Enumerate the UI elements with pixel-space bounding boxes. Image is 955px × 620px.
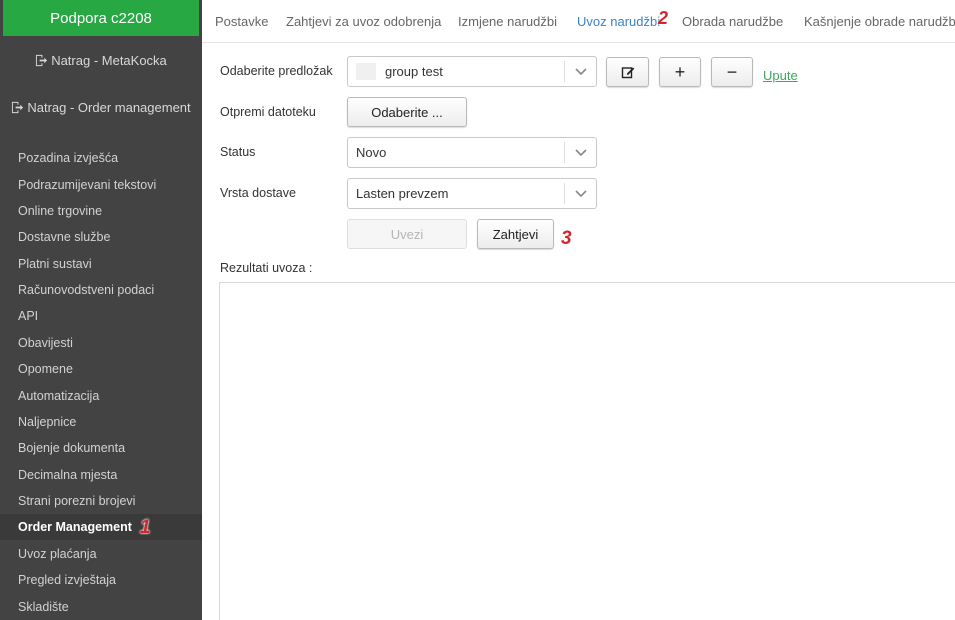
delivery-label: Vrsta dostave <box>220 186 296 200</box>
sidebar-item-label: Naljepnice <box>18 415 77 429</box>
sidebar-item-strani-porezni-brojevi[interactable]: Strani porezni brojevi <box>0 488 202 514</box>
tab-bar: Postavke Zahtjevi za uvoz odobrenja Izmj… <box>202 0 955 43</box>
sidebar-item-label: API <box>18 309 39 323</box>
tab-postavke[interactable]: Postavke <box>215 0 268 42</box>
sidebar-item-label: Decimalna mjesta <box>18 468 118 482</box>
back-order-management-link[interactable]: Natrag - Order management <box>0 97 202 117</box>
delivery-select[interactable]: Lasten prevzem <box>347 178 597 209</box>
tab-uvoz-narudzbi[interactable]: Uvoz narudžbi <box>577 0 662 42</box>
sidebar-item-pozadina-izvjesca[interactable]: Pozadina izvješća <box>0 145 202 171</box>
back-metakocka-label: Natrag - MetaKocka <box>51 52 167 68</box>
sign-out-icon <box>12 101 24 113</box>
template-select-value: group test <box>385 64 443 79</box>
import-button[interactable]: Uvezi <box>347 219 467 249</box>
choose-file-button[interactable]: Odaberite ... <box>347 97 467 127</box>
sidebar-item-label: Order Management <box>18 520 132 534</box>
sidebar-item-bojenje-dokumenta[interactable]: Bojenje dokumenta <box>0 435 202 461</box>
sidebar-item-label: Podrazumijevani tekstovi <box>18 178 157 192</box>
tab-izmjene-narudzbi[interactable]: Izmjene narudžbi <box>458 0 557 42</box>
brand-title[interactable]: Podpora c2208 <box>3 0 199 36</box>
file-label: Otpremi datoteku <box>220 105 316 119</box>
requests-button[interactable]: Zahtjevi <box>477 219 554 249</box>
sidebar-item-platni-sustavi[interactable]: Platni sustavi <box>0 251 202 277</box>
back-order-management-label: Natrag - Order management <box>27 99 191 115</box>
sidebar-item-api[interactable]: API <box>0 303 202 329</box>
sidebar-item-label: Platni sustavi <box>18 257 92 271</box>
sidebar-item-label: Uvoz plaćanja <box>18 547 97 561</box>
sidebar-item-label: Bojenje dokumenta <box>18 441 126 455</box>
sign-out-icon <box>36 54 48 66</box>
add-template-button[interactable]: + <box>659 57 701 87</box>
sidebar-item-automatizacija[interactable]: Automatizacija <box>0 383 202 409</box>
status-select-value: Novo <box>356 145 387 160</box>
sidebar-item-label: Strani porezni brojevi <box>18 494 136 508</box>
chevron-down-icon <box>564 183 596 204</box>
tab-obrada-narudzbe[interactable]: Obrada narudžbe <box>682 0 783 42</box>
sidebar-item-obavijesti[interactable]: Obavijesti <box>0 330 202 356</box>
sidebar: Podpora c2208 Natrag - MetaKocka Natrag … <box>0 0 202 620</box>
sidebar-item-label: Online trgovine <box>18 204 103 218</box>
sidebar-item-opomene[interactable]: Opomene <box>0 356 202 382</box>
sidebar-item-racunovodstveni-podaci[interactable]: Računovodstveni podaci <box>0 277 202 303</box>
sidebar-item-label: Pozadina izvješća <box>18 151 119 165</box>
status-select[interactable]: Novo <box>347 137 597 168</box>
sidebar-item-podrazumijevani-tekstovi[interactable]: Podrazumijevani tekstovi <box>0 172 202 198</box>
edit-icon <box>621 67 634 79</box>
sidebar-item-pregled-izvjestaja[interactable]: Pregled izvještaja <box>0 567 202 593</box>
sidebar-item-skladiste[interactable]: Skladište <box>0 594 202 620</box>
step-marker-2: 2 <box>658 8 669 28</box>
edit-template-button[interactable] <box>606 57 649 87</box>
step-marker-3: 3 <box>561 228 572 249</box>
sidebar-item-label: Pregled izvještaja <box>18 573 116 587</box>
sidebar-item-label: Automatizacija <box>18 389 100 403</box>
sidebar-item-label: Opomene <box>18 362 73 376</box>
sidebar-item-label: Skladište <box>18 600 69 614</box>
sidebar-item-dostavne-sluzbe[interactable]: Dostavne službe <box>0 224 202 250</box>
sidebar-item-label: Obavijesti <box>18 336 73 350</box>
back-metakocka-link[interactable]: Natrag - MetaKocka <box>0 50 202 70</box>
template-color-swatch <box>356 63 376 80</box>
results-area[interactable] <box>219 282 955 620</box>
results-label: Rezultati uvoza : <box>220 261 313 275</box>
chevron-down-icon <box>564 61 596 82</box>
status-label: Status <box>220 145 256 159</box>
sidebar-item-label: Računovodstveni podaci <box>18 283 155 297</box>
delivery-select-value: Lasten prevzem <box>356 186 449 201</box>
sidebar-item-decimalna-mjesta[interactable]: Decimalna mjesta <box>0 462 202 488</box>
sidebar-item-uvoz-placanja[interactable]: Uvoz plaćanja <box>0 541 202 567</box>
sidebar-item-naljepnice[interactable]: Naljepnice <box>0 409 202 435</box>
remove-template-button[interactable]: − <box>711 57 753 87</box>
upute-link[interactable]: Upute <box>763 68 798 83</box>
tab-zahtjevi-za-uvoz-odobrenja[interactable]: Zahtjevi za uvoz odobrenja <box>286 0 441 42</box>
template-label: Odaberite predložak <box>220 64 333 78</box>
step-marker-1: 1 <box>139 516 151 538</box>
chevron-down-icon <box>564 142 596 163</box>
sidebar-item-order-management[interactable]: Order Management 1 <box>0 514 202 540</box>
tab-kasnjenje-obrade-narudzbe[interactable]: Kašnjenje obrade narudžbe <box>804 0 955 42</box>
template-select[interactable]: group test <box>347 56 597 87</box>
sidebar-item-online-trgovine[interactable]: Online trgovine <box>0 198 202 224</box>
sidebar-item-label: Dostavne službe <box>18 230 111 244</box>
